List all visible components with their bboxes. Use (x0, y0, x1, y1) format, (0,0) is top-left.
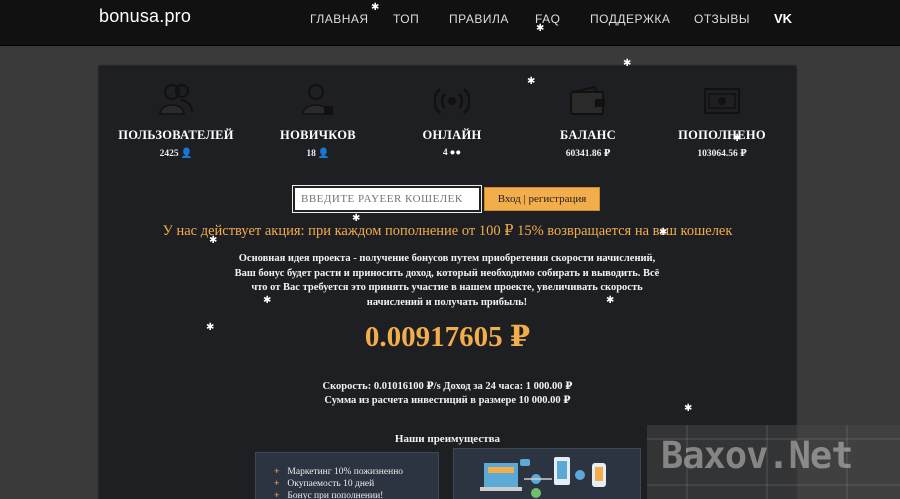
promo-text: У нас действует акция: при каждом пополн… (162, 223, 733, 239)
snowflake-icon: ✱ (263, 295, 272, 306)
stat-online: ОНЛАЙН 4 ●● (387, 80, 517, 158)
plus-icon: + (274, 467, 280, 477)
stat-label: ПОПОЛНЕНО (678, 128, 766, 142)
project-description: Основная идея проекта - получение бонусо… (234, 253, 660, 308)
vk-icon[interactable]: VK (774, 11, 792, 26)
advantages-list: + Маркетинг 10% пожизненно + Окупаемость 1… (255, 452, 439, 499)
nav-item-support[interactable]: ПОДДЕРЖКА (590, 12, 670, 26)
snowflake-icon: ✱ (606, 295, 615, 306)
stat-label: НОВИЧКОВ (280, 128, 356, 142)
cash-icon (657, 80, 787, 116)
stat-number: 18 (306, 149, 316, 159)
advantage-text: Бонус при пополнении! (287, 491, 384, 499)
nav-item-rules[interactable]: ПРАВИЛА (449, 12, 509, 26)
snowflake-icon: ✱ (206, 322, 215, 333)
stat-deposited: ПОПОЛНЕНО 103064.56 ₽ (657, 80, 787, 159)
wallet-icon (523, 80, 653, 116)
stat-number: 4 (442, 148, 448, 158)
users-icon (111, 80, 241, 116)
stat-newcomers: НОВИЧКОВ 18 👤 (253, 80, 383, 159)
stat-number: 2425 (159, 149, 179, 159)
snowflake-icon: ✱ (684, 403, 693, 414)
payeer-wallet-input[interactable] (292, 185, 482, 213)
list-item: + Бонус при пополнении! (274, 490, 438, 499)
devices-illustration (480, 457, 606, 498)
list-item: + Маркетинг 10% пожизненно (274, 466, 438, 478)
speed-line: Скорость: 0.01016100 ₽/s Доход за 24 час… (322, 381, 573, 392)
user-icon: 👤 (317, 149, 330, 159)
stat-value: 60341.86 ₽ (565, 149, 611, 159)
snowflake-icon: ✱ (733, 133, 742, 144)
snowflake-icon: ✱ (659, 227, 668, 238)
snowflake-icon: ✱ (623, 58, 632, 69)
plus-icon: + (274, 479, 280, 489)
advantage-text: Окупаемость 10 дней (287, 479, 375, 489)
stat-balance: БАЛАНС 60341.86 ₽ (523, 80, 653, 159)
user-icon: 👤 (180, 149, 193, 159)
advantage-text: Маркетинг 10% пожизненно (287, 467, 404, 477)
watermark-text: Baxov.Net (661, 434, 853, 477)
snowflake-icon: ✱ (527, 76, 536, 87)
nav-item-home[interactable]: ГЛАВНАЯ (310, 12, 369, 26)
list-item: + Окупаемость 10 дней (274, 478, 438, 490)
snowflake-icon: ✱ (371, 2, 380, 13)
site-logo[interactable]: bonusa.pro (99, 6, 191, 27)
snowflake-icon: ✱ (209, 235, 218, 246)
stat-label: БАЛАНС (559, 128, 617, 142)
eyes-icon: ●● (449, 148, 462, 158)
stat-label: ПОЛЬЗОВАТЕЛЕЙ (118, 128, 234, 142)
stat-value: 18 👤 (253, 148, 383, 159)
stat-value: 103064.56 ₽ (697, 149, 747, 159)
top-navbar: bonusa.pro ГЛАВНАЯ ТОП ПРАВИЛА FAQ ПОДДЕ… (0, 0, 900, 46)
snowflake-icon: ✱ (536, 23, 545, 34)
new-users-icon (253, 80, 383, 116)
advantages-illustration (453, 448, 641, 499)
balance-counter: 0.00917605 ₽ (364, 321, 531, 353)
snowflake-icon: ✱ (352, 213, 361, 224)
stat-users: ПОЛЬЗОВАТЕЛЕЙ 2425 👤 (111, 80, 241, 159)
login-register-button[interactable]: Вход | регистрация (484, 187, 600, 211)
plus-icon: + (274, 491, 280, 499)
nav-item-reviews[interactable]: ОТЗЫВЫ (694, 12, 750, 26)
nav-item-top[interactable]: ТОП (393, 12, 419, 26)
online-icon (387, 80, 517, 116)
stat-value: 4 ●● (387, 148, 517, 158)
stat-label: ОНЛАЙН (422, 128, 482, 142)
stat-value: 2425 👤 (111, 148, 241, 159)
